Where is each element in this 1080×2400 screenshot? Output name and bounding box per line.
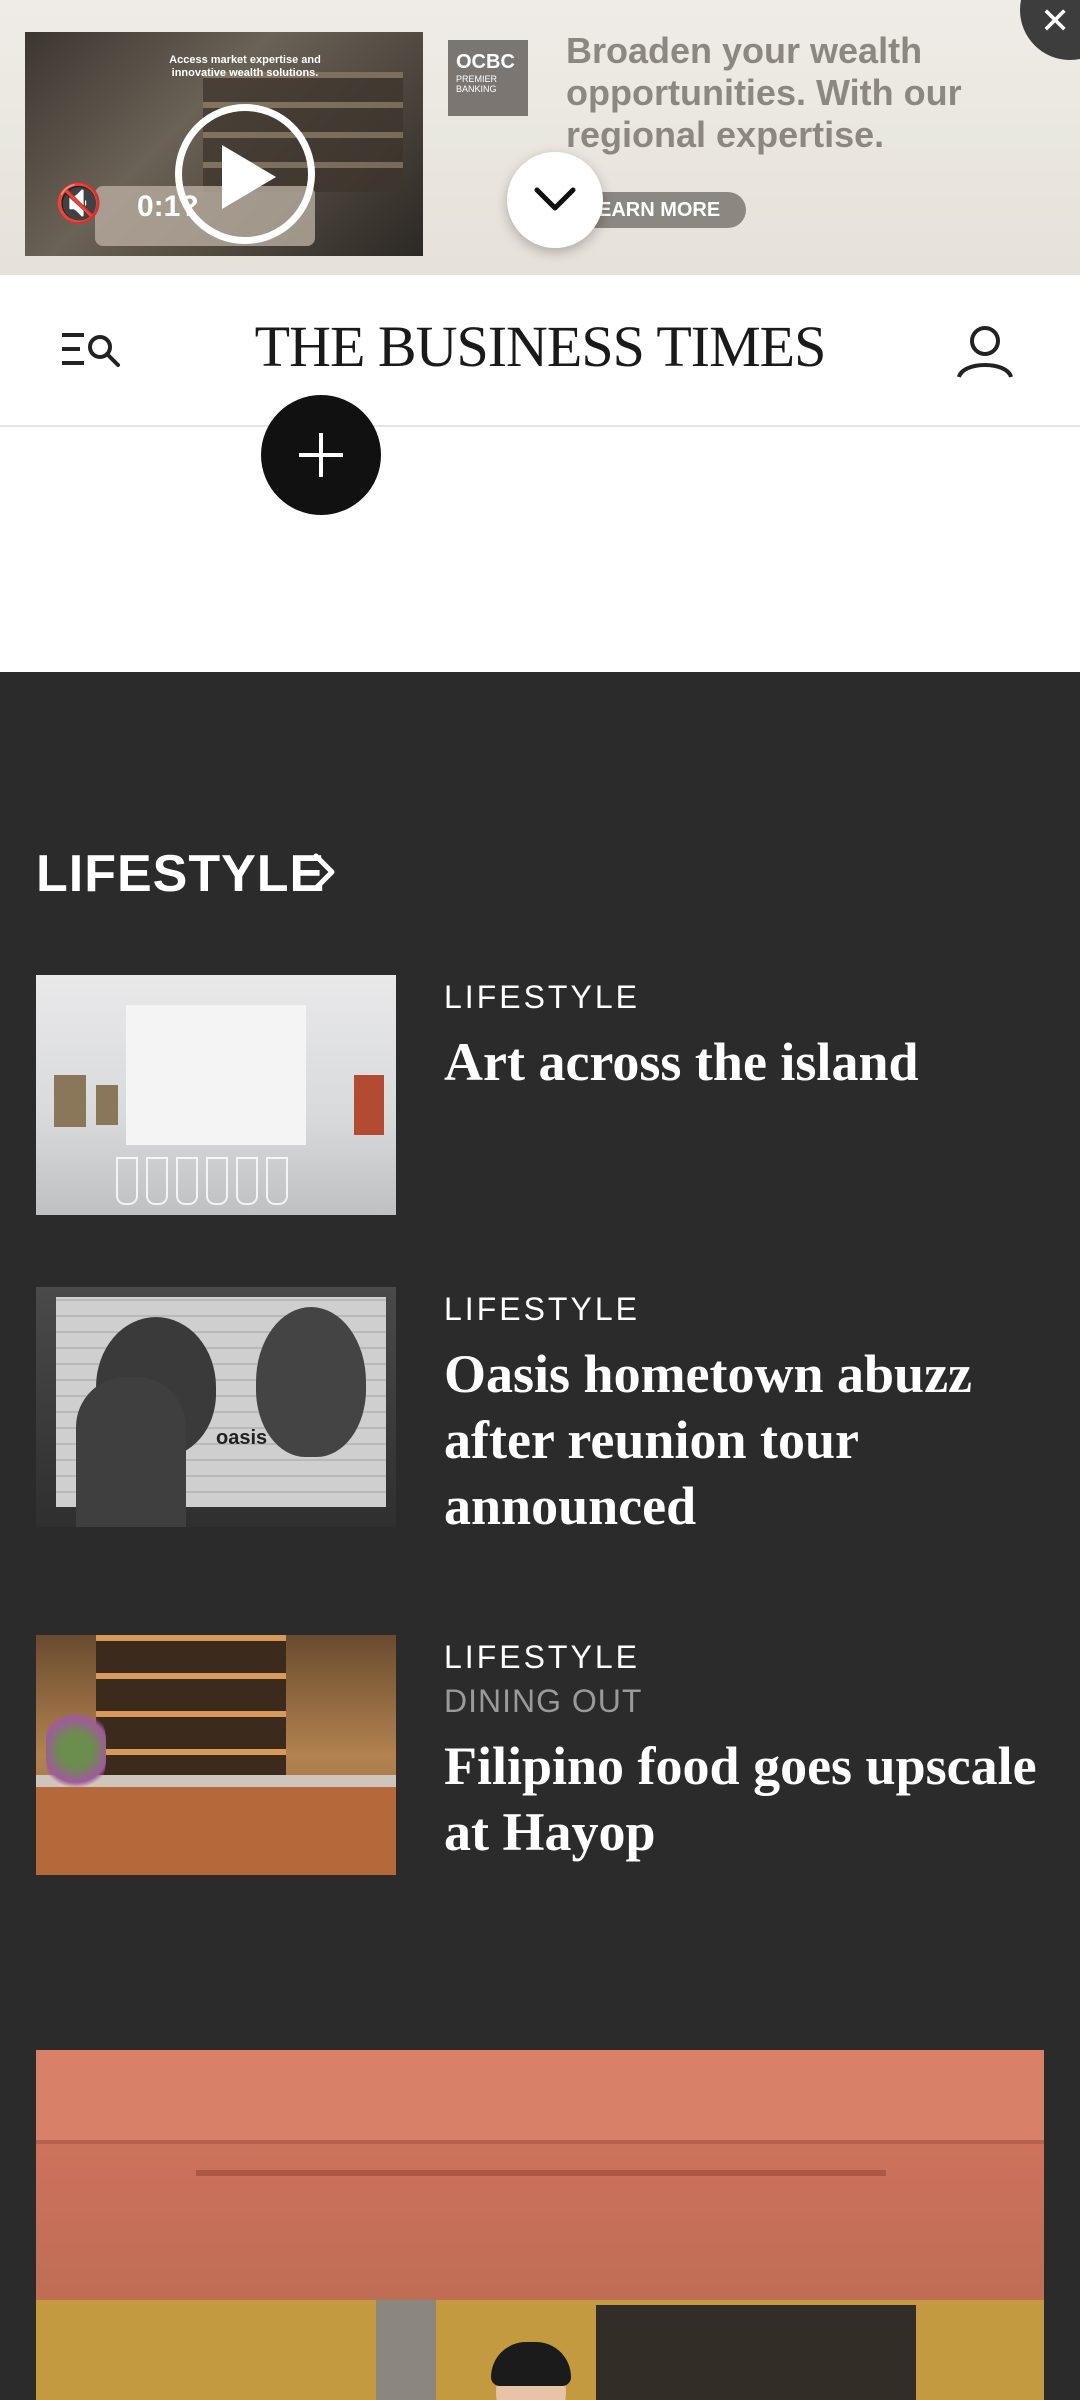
thumbnail-person [76, 1377, 186, 1527]
thumbnail-glass [146, 1157, 168, 1205]
section-title[interactable]: LIFESTYLE [36, 844, 325, 904]
hero-ceiling-beam [196, 2050, 886, 2176]
thumbnail-flowers [46, 1705, 106, 1795]
account-icon[interactable] [955, 325, 1015, 384]
article-text: LIFESTYLE DINING OUT Filipino food goes … [444, 1635, 1064, 1865]
article-headline[interactable]: Oasis hometown abuzz after reunion tour … [444, 1341, 1064, 1539]
site-header: THE BUSINESS TIMES [0, 275, 1080, 427]
video-timestamp: 0:1? [137, 190, 199, 223]
close-icon: ✕ [1040, 0, 1071, 41]
brand-name: OCBC [456, 51, 515, 73]
hero-dark-panel [596, 2305, 916, 2400]
article-headline[interactable]: Filipino food goes upscale at Hayop [444, 1733, 1064, 1865]
brand-sub: PREMIER BANKING [456, 74, 498, 94]
thumbnail-glass [266, 1157, 288, 1205]
article-thumbnail[interactable] [36, 1635, 396, 1875]
article-thumbnail[interactable] [36, 975, 396, 1215]
featured-article-image[interactable] [36, 2050, 1044, 2400]
article-text: LIFESTYLE Oasis hometown abuzz after reu… [444, 1287, 1064, 1539]
thumbnail-artwork [96, 1085, 118, 1125]
thumbnail-glass [236, 1157, 258, 1205]
article-card[interactable]: LIFESTYLE Art across the island [36, 975, 1046, 1215]
thumbnail-glass [206, 1157, 228, 1205]
mute-icon[interactable]: 🔇 [55, 182, 102, 226]
article-category[interactable]: LIFESTYLE [444, 1287, 1064, 1331]
ocbc-logo: OCBC PREMIER BANKING [448, 40, 528, 116]
collapse-ad-button[interactable] [507, 152, 603, 248]
article-text: LIFESTYLE Art across the island [444, 975, 1064, 1095]
ad-headline: Broaden your wealth opportunities. With … [566, 30, 962, 155]
chevron-down-icon [534, 187, 576, 211]
chevron-right-icon[interactable] [310, 852, 338, 897]
thumbnail-artwork [354, 1075, 384, 1135]
thumbnail-mural-face [256, 1307, 366, 1457]
ad-video[interactable]: Access market expertise and innovative w… [25, 32, 423, 256]
thumbnail-glass [116, 1157, 138, 1205]
article-card[interactable]: oasis LIFESTYLE Oasis hometown abuzz aft… [36, 1287, 1046, 1567]
article-category[interactable]: LIFESTYLE [444, 975, 1064, 1019]
plus-icon [299, 433, 343, 477]
article-headline[interactable]: Art across the island [444, 1029, 1064, 1095]
thumbnail-glass [176, 1157, 198, 1205]
thumbnail-wall [126, 1005, 306, 1145]
thumbnail-mural-text: oasis [216, 1427, 268, 1449]
ad-video-caption: Access market expertise and innovative w… [169, 54, 321, 79]
article-card[interactable]: LIFESTYLE DINING OUT Filipino food goes … [36, 1635, 1046, 1915]
thumbnail-artwork [54, 1075, 86, 1127]
lifestyle-section: LIFESTYLE LIFESTYLE Art across the islan… [0, 672, 1080, 2400]
article-thumbnail[interactable]: oasis [36, 1287, 396, 1527]
ad-banner[interactable]: Access market expertise and innovative w… [0, 0, 1080, 275]
add-button[interactable] [261, 395, 381, 515]
site-masthead[interactable]: THE BUSINESS TIMES [0, 313, 1080, 380]
hero-pillar [376, 2300, 436, 2400]
article-subcategory[interactable]: DINING OUT [444, 1679, 1064, 1723]
thumbnail-bar-shelves [96, 1635, 286, 1785]
article-category[interactable]: LIFESTYLE [444, 1635, 1064, 1679]
